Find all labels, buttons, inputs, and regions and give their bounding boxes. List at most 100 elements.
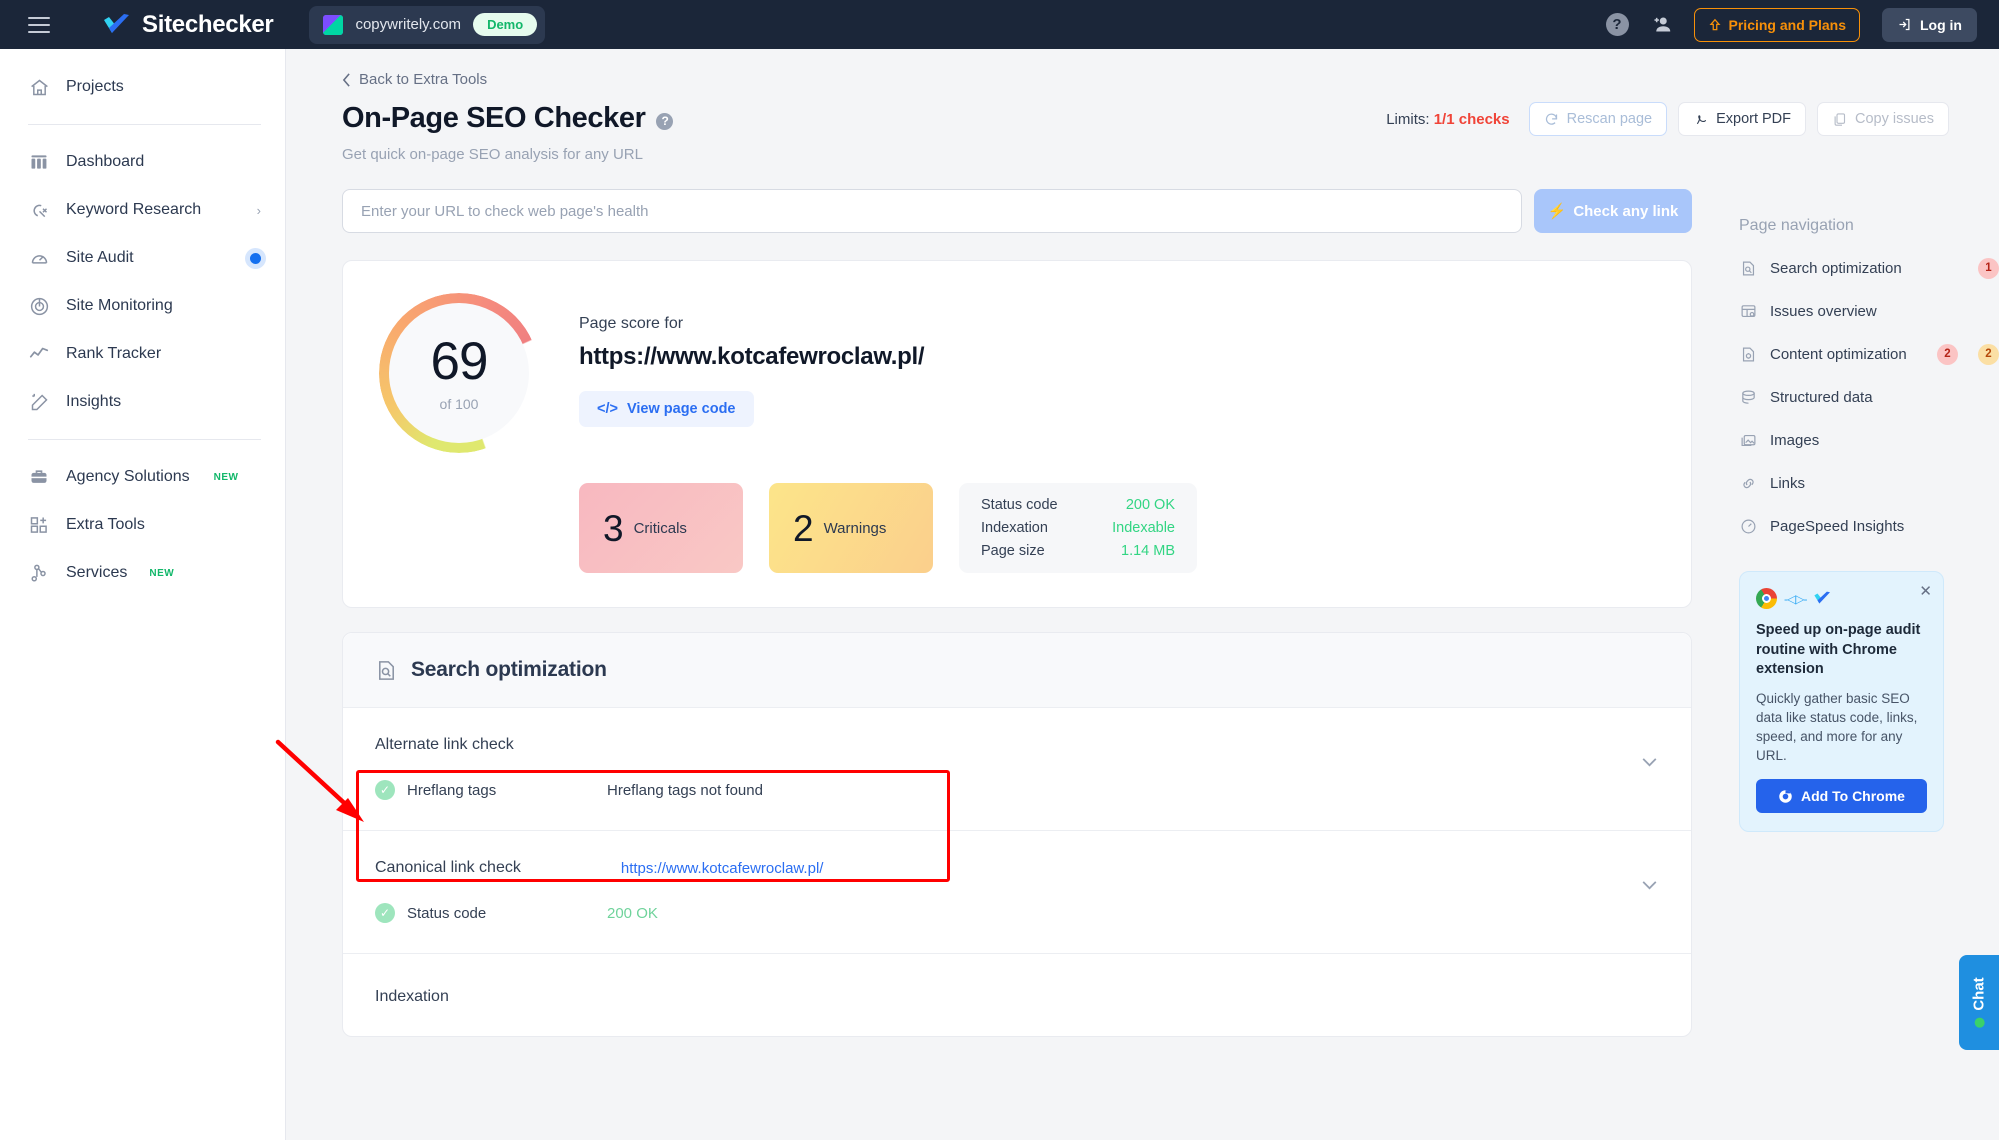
sitechecker-logo-icon xyxy=(1814,591,1831,604)
row-header: Canonical link check https://www.kotcafe… xyxy=(375,859,1659,877)
indexation-row[interactable]: Indexation xyxy=(343,954,1691,1036)
sidebar-item-agency-solutions[interactable]: Agency Solutions NEW xyxy=(0,453,285,501)
sidebar-item-site-audit[interactable]: Site Audit xyxy=(0,234,285,282)
warnings-label: Warnings xyxy=(823,519,887,537)
structured-data-icon xyxy=(1739,388,1757,406)
issues-overview-icon xyxy=(1739,302,1757,320)
sidebar-item-projects[interactable]: Projects xyxy=(0,63,285,111)
chevron-down-icon[interactable] xyxy=(1642,754,1657,771)
warnings-card[interactable]: 2 Warnings xyxy=(769,483,933,573)
search-input[interactable] xyxy=(342,189,1522,233)
canonical-url-link[interactable]: https://www.kotcafewroclaw.pl/ xyxy=(621,860,824,877)
check-any-link-button[interactable]: ⚡ Check any link xyxy=(1534,189,1692,233)
add-to-chrome-button[interactable]: Add To Chrome xyxy=(1756,779,1927,814)
criticals-card[interactable]: 3 Criticals xyxy=(579,483,743,573)
view-page-code-button[interactable]: </> View page code xyxy=(579,391,754,427)
back-to-extra-tools-link[interactable]: Back to Extra Tools xyxy=(342,71,487,88)
rail-item-search-optimization[interactable]: Search optimization 1 xyxy=(1739,253,1999,283)
score-value: 69 xyxy=(430,331,489,391)
keyword-research-icon xyxy=(28,199,50,221)
rail-item-structured-data[interactable]: Structured data xyxy=(1739,382,1999,412)
chat-widget-button[interactable]: Chat xyxy=(1959,955,1999,1050)
pricing-and-plans-button[interactable]: Pricing and Plans xyxy=(1693,7,1860,42)
page-score-card: 69 of 100 Page score for https://www.kot… xyxy=(342,260,1692,608)
status-ok-icon: ✓ xyxy=(375,903,395,923)
limits-prefix: Limits: xyxy=(1386,110,1434,128)
sidebar-item-services[interactable]: Services NEW xyxy=(0,549,285,597)
page-title: On-Page SEO Checker ? xyxy=(342,102,674,135)
sidebar-item-insights[interactable]: Insights xyxy=(0,378,285,426)
sidebar-label: Agency Solutions xyxy=(66,468,190,485)
page-navigation-list: Search optimization 1 Issues overview Co… xyxy=(1739,253,1999,541)
site-name: copywritely.com xyxy=(355,16,462,33)
active-indicator-dot xyxy=(250,252,261,264)
limits-value: 1/1 checks xyxy=(1433,110,1510,128)
sidebar-item-keyword-research[interactable]: Keyword Research › xyxy=(0,186,285,234)
sidebar: Projects Dashboard Keyword Research › Si… xyxy=(0,49,286,1140)
bolt-icon: ⚡ xyxy=(1547,203,1567,220)
sidebar-item-site-monitoring[interactable]: Site Monitoring xyxy=(0,282,285,330)
score-ring-center: 69 of 100 xyxy=(389,303,529,443)
sidebar-item-dashboard[interactable]: Dashboard xyxy=(0,138,285,186)
services-icon xyxy=(28,562,50,584)
rail-item-issues-overview[interactable]: Issues overview xyxy=(1739,296,1999,326)
chat-label: Chat xyxy=(1970,977,1988,1011)
score-ring: 69 of 100 xyxy=(379,293,539,453)
rail-item-pagespeed-insights[interactable]: PageSpeed Insights xyxy=(1739,511,1999,541)
new-badge: NEW xyxy=(149,567,175,579)
links-icon xyxy=(1739,474,1757,492)
title-help-icon[interactable]: ? xyxy=(656,112,674,130)
top-bar: Sitechecker copywritely.com Demo ? Prici… xyxy=(0,0,1999,49)
check-key: Status code xyxy=(407,904,487,922)
rail-item-links[interactable]: Links xyxy=(1739,468,1999,498)
add-user-icon[interactable] xyxy=(1651,14,1672,35)
rail-label: Structured data xyxy=(1770,388,1873,406)
sidebar-item-extra-tools[interactable]: Extra Tools xyxy=(0,501,285,549)
warnings-count: 2 xyxy=(793,507,814,549)
rail-item-content-optimization[interactable]: Content optimization 2 2 xyxy=(1739,339,1999,369)
info-row: Status code 200 OK xyxy=(981,497,1175,513)
site-logo-icon xyxy=(323,14,344,35)
canonical-link-check-row[interactable]: Canonical link check https://www.kotcafe… xyxy=(343,831,1691,954)
check-value: Hreflang tags not found xyxy=(607,781,763,799)
sidebar-label: Site Monitoring xyxy=(66,297,173,314)
page-navigation-title: Page navigation xyxy=(1739,217,1854,234)
pdf-icon xyxy=(1696,114,1707,124)
briefcase-icon xyxy=(28,466,50,488)
rescan-page-button[interactable]: Rescan page xyxy=(1528,102,1668,136)
critical-count-badge: 1 xyxy=(1978,257,1999,279)
sidebar-label: Insights xyxy=(66,393,122,410)
promo-body: Quickly gather basic SEO data like statu… xyxy=(1756,690,1918,764)
login-icon xyxy=(1899,18,1910,31)
page-info-card: Status code 200 OK Indexation Indexable … xyxy=(959,483,1197,573)
site-selector[interactable]: copywritely.com Demo xyxy=(309,5,546,44)
login-label: Log in xyxy=(1920,16,1962,33)
chevron-right-icon[interactable]: › xyxy=(257,203,261,218)
check-item: ✓ Hreflang tags Hreflang tags not found xyxy=(375,780,1659,800)
section-title: Search optimization xyxy=(411,658,607,681)
site-audit-icon xyxy=(28,247,50,269)
chrome-icon xyxy=(1779,790,1792,803)
chrome-icon xyxy=(1756,588,1777,609)
check-item: ✓ Status code 200 OK xyxy=(375,903,1659,923)
chevron-down-icon[interactable] xyxy=(1642,877,1657,894)
help-icon[interactable]: ? xyxy=(1605,13,1629,36)
check-key: Hreflang tags xyxy=(407,781,497,799)
hamburger-icon[interactable] xyxy=(28,16,50,33)
sidebar-label: Services xyxy=(66,564,128,581)
score-stats-row: 3 Criticals 2 Warnings Status code 200 O… xyxy=(379,483,1655,573)
alternate-link-check-row[interactable]: Alternate link check ✓ Hreflang tags Hre… xyxy=(343,708,1691,831)
brand-logo[interactable]: Sitechecker xyxy=(102,10,274,39)
info-value: 1.14 MB xyxy=(1121,543,1175,559)
code-icon: </> xyxy=(597,401,618,417)
close-icon[interactable]: ✕ xyxy=(1919,582,1932,600)
rail-item-images[interactable]: Images xyxy=(1739,425,1999,455)
info-key: Page size xyxy=(981,543,1045,559)
login-button[interactable]: Log in xyxy=(1882,7,1977,42)
sidebar-item-rank-tracker[interactable]: Rank Tracker xyxy=(0,330,285,378)
topbar-actions: ? Pricing and Plans Log in xyxy=(1605,7,1999,42)
rail-label: Images xyxy=(1770,431,1820,449)
online-status-dot xyxy=(1974,1017,1984,1028)
brand-name: Sitechecker xyxy=(142,10,274,38)
page-navigation-panel: Page navigation Search optimization 1 Is… xyxy=(1739,49,1999,833)
